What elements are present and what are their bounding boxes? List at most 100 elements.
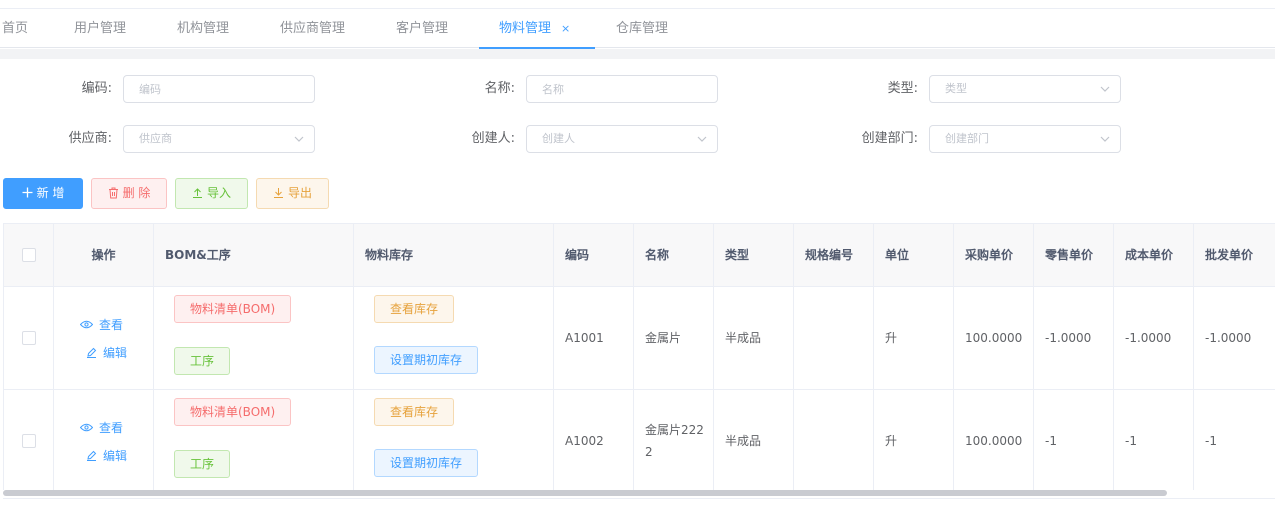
creator-placeholder: 创建人 [542,132,575,145]
divider [3,498,1275,499]
supplier-select[interactable]: 供应商 [123,125,315,153]
header-code[interactable]: 编码 [554,224,634,286]
view-stock-tag[interactable]: 查看库存 [374,295,455,323]
code-value: A1001 [565,331,604,345]
row-select-cell [4,390,54,491]
stock-cell: 查看库存 设置期初库存 [354,390,554,491]
retail-value: -1 [1045,434,1057,448]
trash-icon [108,187,118,198]
init-stock-tag[interactable]: 设置期初库存 [374,449,479,477]
bom-cell: 物料清单(BOM) 工序 [154,287,354,389]
name-value: 金属片 [645,331,682,345]
dept-select[interactable]: 创建部门 [929,125,1121,153]
header-label: 批发单价 [1205,248,1254,262]
tab-material-management[interactable]: 物料管理 × [478,9,596,49]
process-tag[interactable]: 工序 [174,450,231,478]
plus-icon [22,187,33,198]
eye-icon [79,320,94,329]
action-cell: 查看 编辑 [54,287,154,389]
header-name[interactable]: 名称 [634,224,714,286]
view-link[interactable]: 查看 [79,419,124,436]
import-button[interactable]: 导入 [175,178,248,209]
tab-user-management[interactable]: 用户管理 [74,9,126,48]
type-value: 半成品 [725,434,762,448]
wholesale-cell: -1.0000 [1194,287,1275,389]
name-cell: 金属片 [634,287,714,389]
add-button-label: 新 增 [36,186,65,200]
header-action: 操作 [54,224,154,286]
name-label: 名称: [484,81,515,96]
close-icon[interactable]: × [561,22,570,35]
row-select-cell [4,287,54,389]
edit-link[interactable]: 编辑 [86,344,127,361]
supplier-label: 供应商: [68,131,112,146]
cost-cell: -1.0000 [1114,287,1194,389]
header-label: 名称 [645,248,670,262]
header-type[interactable]: 类型 [714,224,794,286]
spec-cell [794,390,874,491]
view-link-label: 查看 [99,318,124,332]
code-input[interactable] [123,75,315,103]
export-button-label: 导出 [287,186,312,200]
add-button[interactable]: 新 增 [3,178,83,209]
view-link-label: 查看 [99,421,124,435]
unit-value: 升 [885,434,898,448]
tab-label: 仓库管理 [616,21,669,36]
upload-icon [192,188,202,198]
row-checkbox[interactable] [21,434,36,448]
tab-customer-management[interactable]: 客户管理 [396,9,448,48]
creator-label: 创建人: [471,131,515,146]
header-bom: BOM&工序 [154,224,354,286]
code-label: 编码: [81,81,112,96]
bom-tag[interactable]: 物料清单(BOM) [174,398,292,426]
type-cell: 半成品 [714,287,794,389]
creator-select[interactable]: 创建人 [526,125,718,153]
wholesale-value: -1 [1205,434,1217,448]
bom-tag[interactable]: 物料清单(BOM) [174,295,292,323]
select-all-checkbox[interactable] [21,248,36,262]
type-label: 类型: [887,81,918,96]
header-purchase-price[interactable]: 采购单价 [954,224,1034,286]
name-cell: 金属片2222 [634,390,714,491]
dept-label: 创建部门: [861,131,918,146]
header-label: 编码 [565,248,590,262]
name-input[interactable] [526,75,718,103]
header-cost-price[interactable]: 成本单价 [1114,224,1194,286]
bom-cell: 物料清单(BOM) 工序 [154,390,354,491]
header-wholesale-price[interactable]: 批发单价 [1194,224,1275,286]
edit-link[interactable]: 编辑 [86,447,127,464]
tab-org-management[interactable]: 机构管理 [177,9,229,48]
scrollbar-thumb[interactable] [3,490,1167,496]
export-button[interactable]: 导出 [256,178,329,209]
material-table: 操作 BOM&工序 物料库存 编码 名称 类型 规格编号 单位 采购单价 零售单… [3,223,1275,491]
retail-cell: -1.0000 [1034,287,1114,389]
view-link[interactable]: 查看 [79,316,124,333]
header-unit[interactable]: 单位 [874,224,954,286]
purchase-cell: 100.0000 [954,287,1034,389]
tab-supplier-management[interactable]: 供应商管理 [280,9,345,48]
eye-icon [79,423,94,432]
cost-cell: -1 [1114,390,1194,491]
code-cell: A1001 [554,287,634,389]
delete-button[interactable]: 删 除 [91,178,167,209]
chevron-down-icon [1100,86,1110,92]
header-retail-price[interactable]: 零售单价 [1034,224,1114,286]
purchase-value: 100.0000 [965,331,1023,345]
type-select[interactable]: 类型 [929,75,1121,103]
chevron-down-icon [1100,136,1110,142]
import-button-label: 导入 [206,186,231,200]
process-tag[interactable]: 工序 [174,347,231,375]
tab-warehouse-management[interactable]: 仓库管理 [616,9,668,48]
init-stock-tag[interactable]: 设置期初库存 [374,346,479,374]
row-checkbox[interactable] [21,331,36,345]
view-stock-tag[interactable]: 查看库存 [374,398,455,426]
header-spec[interactable]: 规格编号 [794,224,874,286]
header-label: 成本单价 [1125,248,1174,262]
edit-link-label: 编辑 [103,346,128,360]
delete-button-label: 删 除 [122,186,151,200]
table-row: 查看 编辑 物料清单(BOM) 工序 查看库存 设置期初库存 A1002 金属片… [4,390,1275,491]
tab-home[interactable]: 首页 [2,9,28,48]
tab-label: 物料管理 [499,21,552,36]
header-label: BOM&工序 [165,248,231,262]
wholesale-value: -1.0000 [1205,331,1252,345]
